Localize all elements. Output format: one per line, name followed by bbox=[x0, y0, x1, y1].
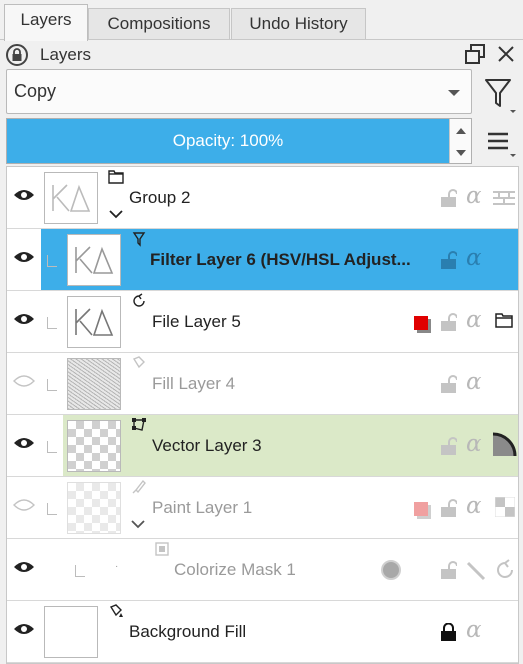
opacity-slider[interactable]: Opacity: 100% bbox=[6, 118, 472, 164]
layer-row-background-fill[interactable]: Background Fill α bbox=[7, 601, 518, 663]
eye-closed-icon[interactable] bbox=[13, 497, 35, 513]
blend-mode-value: Copy bbox=[14, 81, 57, 101]
layer-thumbnail bbox=[67, 420, 121, 472]
eye-icon[interactable] bbox=[13, 621, 35, 637]
padlock-icon[interactable] bbox=[440, 623, 457, 641]
folder-icon bbox=[108, 170, 124, 184]
layer-thumbnail bbox=[67, 234, 121, 286]
alpha-lock-icon[interactable]: α bbox=[466, 245, 482, 271]
layer-name[interactable]: Vector Layer 3 bbox=[152, 436, 262, 456]
eye-icon[interactable] bbox=[13, 559, 35, 575]
filter-layer-icon bbox=[132, 232, 146, 247]
alpha-lock-icon[interactable]: α bbox=[466, 617, 482, 643]
layer-row-filter-layer-6[interactable]: Filter Layer 6 (HSV/HSL Adjust... α bbox=[7, 229, 518, 291]
layer-name[interactable]: Paint Layer 1 bbox=[152, 498, 252, 518]
edit-key-strokes-icon[interactable] bbox=[466, 561, 486, 581]
chevron-down-icon[interactable] bbox=[109, 209, 123, 219]
eye-icon[interactable] bbox=[13, 187, 35, 203]
layer-row-vector-layer-3[interactable]: Vector Layer 3 α bbox=[7, 415, 518, 477]
alpha-lock-icon[interactable]: α bbox=[466, 369, 482, 395]
inherit-alpha-icon[interactable] bbox=[495, 497, 515, 517]
layer-thumbnail bbox=[44, 172, 98, 224]
docker-title-bar: Layers bbox=[0, 41, 523, 69]
refresh-icon bbox=[133, 293, 145, 307]
eye-icon[interactable] bbox=[13, 311, 35, 327]
filter-icon[interactable] bbox=[484, 76, 520, 114]
chevron-down-icon[interactable] bbox=[131, 519, 145, 529]
layer-row-file-layer-5[interactable]: File Layer 5 α bbox=[7, 291, 518, 353]
hamburger-menu-icon[interactable] bbox=[484, 128, 520, 164]
paint-layer-icon bbox=[132, 479, 146, 494]
layer-name[interactable]: Group 2 bbox=[129, 188, 190, 208]
color-label-swatch[interactable] bbox=[414, 316, 428, 330]
layers-list[interactable]: Group 2 α Filter Layer 6 (HSV/HSL Adjust… bbox=[6, 166, 519, 664]
layer-thumbnail bbox=[44, 606, 98, 658]
eye-icon[interactable] bbox=[13, 249, 35, 265]
show-coloring-icon[interactable] bbox=[380, 559, 402, 581]
layer-row-fill-layer-4[interactable]: Fill Layer 4 α bbox=[7, 353, 518, 415]
layer-name[interactable]: Background Fill bbox=[129, 622, 246, 642]
layer-thumbnail bbox=[67, 358, 121, 410]
docker-lock-icon[interactable] bbox=[6, 44, 28, 66]
alpha-lock-icon[interactable]: α bbox=[466, 307, 482, 333]
padlock-icon[interactable] bbox=[440, 313, 457, 331]
eye-icon[interactable] bbox=[13, 435, 35, 451]
float-icon[interactable] bbox=[464, 43, 486, 65]
layer-name[interactable]: Filter Layer 6 (HSV/HSL Adjust... bbox=[150, 250, 411, 270]
layer-row-paint-layer-1[interactable]: Paint Layer 1 α bbox=[7, 477, 518, 539]
tree-connector bbox=[75, 565, 85, 577]
onion-skin-icon[interactable] bbox=[491, 432, 517, 458]
tree-connector bbox=[47, 255, 57, 267]
padlock-icon[interactable] bbox=[440, 375, 457, 393]
layer-row-colorize-mask-1[interactable]: · Colorize Mask 1 bbox=[7, 539, 518, 601]
docker-title: Layers bbox=[40, 45, 92, 64]
alpha-lock-icon[interactable]: α bbox=[466, 183, 482, 209]
tree-connector bbox=[47, 441, 57, 453]
layer-row-group-2[interactable]: Group 2 α bbox=[7, 167, 518, 229]
layer-thumbnail bbox=[67, 482, 121, 534]
tab-layers[interactable]: Layers bbox=[4, 4, 88, 41]
padlock-icon[interactable] bbox=[440, 561, 457, 579]
update-icon[interactable] bbox=[494, 559, 516, 581]
mask-dot: · bbox=[115, 561, 119, 572]
layer-thumbnail bbox=[67, 296, 121, 348]
padlock-icon[interactable] bbox=[440, 251, 457, 269]
color-label-swatch[interactable] bbox=[414, 502, 428, 516]
padlock-icon[interactable] bbox=[440, 499, 457, 517]
layer-name[interactable]: Fill Layer 4 bbox=[152, 374, 235, 394]
fill-layer-icon bbox=[109, 604, 123, 617]
padlock-icon[interactable] bbox=[440, 437, 457, 455]
mask-icon bbox=[155, 542, 169, 556]
layer-name[interactable]: File Layer 5 bbox=[152, 312, 241, 332]
layer-name[interactable]: Colorize Mask 1 bbox=[174, 560, 296, 580]
opacity-spinner[interactable] bbox=[449, 119, 471, 163]
tree-connector bbox=[47, 503, 57, 515]
tree-connector bbox=[47, 379, 57, 391]
tree-connector bbox=[47, 317, 57, 329]
fill-layer-icon bbox=[132, 356, 145, 369]
alpha-lock-icon[interactable]: α bbox=[466, 493, 482, 519]
opacity-label: Opacity: 100% bbox=[172, 131, 284, 150]
chevron-down-icon bbox=[448, 90, 460, 96]
vector-layer-icon bbox=[132, 418, 146, 431]
eye-closed-icon[interactable] bbox=[13, 373, 35, 389]
blend-mode-select[interactable]: Copy bbox=[6, 69, 472, 114]
alpha-lock-icon[interactable]: α bbox=[466, 431, 482, 457]
padlock-icon[interactable] bbox=[440, 189, 457, 207]
folder-icon[interactable] bbox=[495, 312, 513, 328]
close-icon[interactable] bbox=[496, 44, 516, 64]
pass-through-icon[interactable] bbox=[493, 191, 515, 205]
